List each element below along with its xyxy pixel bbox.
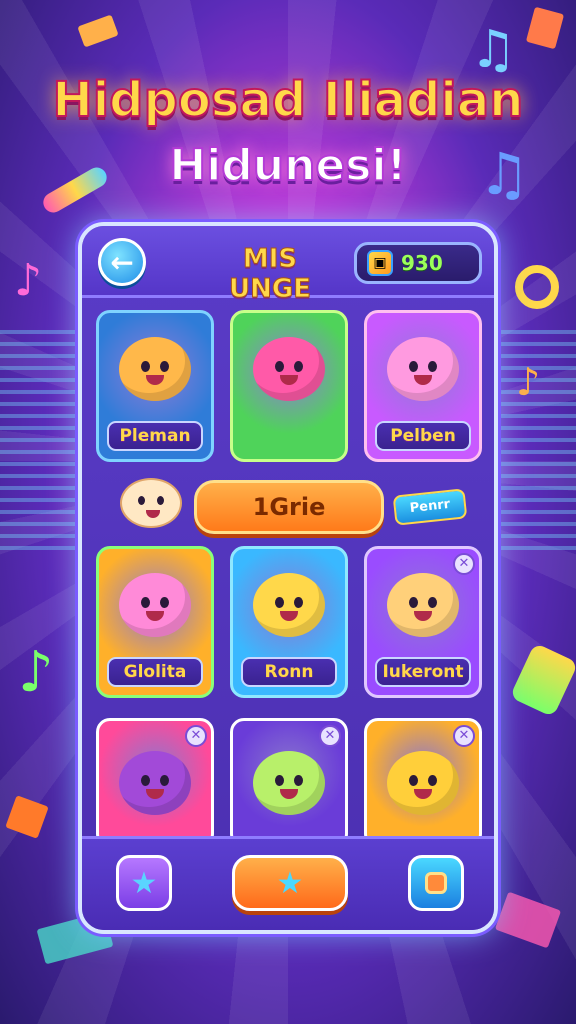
panel-header: ← MIS UNGE ▣ 930 xyxy=(82,226,494,305)
music-note-icon: ♫ xyxy=(470,20,517,80)
game-subtitle: Hidunesi! xyxy=(168,139,407,192)
mascot-character xyxy=(120,478,182,528)
creature-icon xyxy=(387,751,459,815)
game-title: Hidposad Iliadian xyxy=(52,71,525,129)
close-icon[interactable]: ✕ xyxy=(453,553,475,575)
bottom-nav-bar: ★ ★ xyxy=(82,836,494,930)
card-label: Pelben xyxy=(375,421,471,451)
character-card[interactable]: ✕ xyxy=(364,718,482,848)
character-card[interactable]: Pelben xyxy=(364,310,482,462)
arrow-left-icon: ← xyxy=(110,245,134,279)
character-card[interactable]: Glolita xyxy=(96,546,214,698)
currency-value: 930 xyxy=(401,251,443,275)
creature-icon xyxy=(253,751,325,815)
gift-box-icon: ▣ xyxy=(367,250,393,276)
star-icon: ★ xyxy=(276,865,304,901)
play-button[interactable]: ★ xyxy=(232,855,348,911)
left-light-lines xyxy=(0,330,90,550)
back-button[interactable]: ← xyxy=(98,238,146,286)
creature-icon xyxy=(253,337,325,401)
character-card[interactable]: Pleman xyxy=(96,310,214,462)
card-label: Glolita xyxy=(107,657,203,687)
creature-icon xyxy=(119,751,191,815)
main-action-button[interactable]: 1Grie xyxy=(194,480,384,534)
card-label: Ronn xyxy=(241,657,337,687)
character-card[interactable] xyxy=(230,310,348,462)
music-note-icon: ♪ xyxy=(516,360,541,404)
collection-panel: ← MIS UNGE ▣ 930 Pleman Pelben 1Grie Penr… xyxy=(78,222,498,934)
creature-icon xyxy=(119,573,191,637)
close-icon[interactable]: ✕ xyxy=(185,725,207,747)
card-label: Pleman xyxy=(107,421,203,451)
music-note-icon: ♪ xyxy=(18,640,54,705)
character-card[interactable]: Iukeront ✕ xyxy=(364,546,482,698)
creature-icon xyxy=(387,337,459,401)
panel-title: MIS UNGE xyxy=(229,244,312,305)
character-card[interactable]: ✕ xyxy=(230,718,348,848)
character-card[interactable]: Ronn xyxy=(230,546,348,698)
creature-icon xyxy=(119,337,191,401)
tag-button[interactable]: Penrr xyxy=(392,488,468,526)
creature-icon xyxy=(253,573,325,637)
character-art xyxy=(233,313,345,459)
favorites-button[interactable]: ★ xyxy=(116,855,172,911)
card-label: Iukeront xyxy=(375,657,471,687)
creature-icon xyxy=(387,573,459,637)
close-icon[interactable]: ✕ xyxy=(453,725,475,747)
camera-button[interactable] xyxy=(408,855,464,911)
character-card[interactable]: ✕ xyxy=(96,718,214,848)
star-icon: ★ xyxy=(130,865,158,901)
currency-display[interactable]: ▣ 930 xyxy=(354,242,482,284)
music-note-icon: ♪ xyxy=(14,255,43,306)
camera-icon xyxy=(425,872,447,894)
close-icon[interactable]: ✕ xyxy=(319,725,341,747)
confetti xyxy=(515,265,559,309)
